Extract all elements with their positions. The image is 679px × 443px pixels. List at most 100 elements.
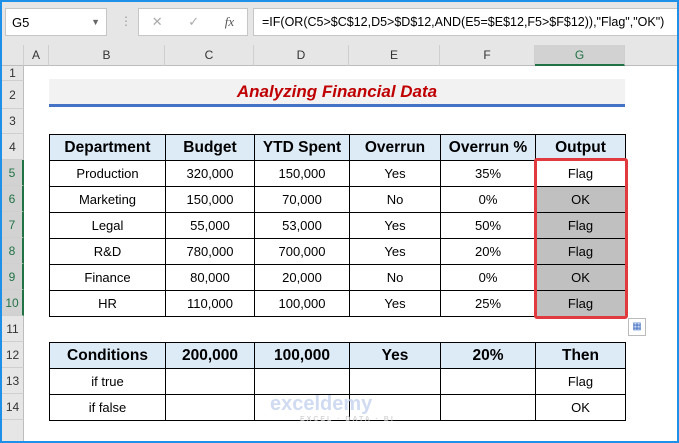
cell[interactable]: 20% (440, 238, 536, 265)
cell[interactable]: 25% (440, 290, 536, 317)
cell[interactable]: Marketing (49, 186, 166, 213)
spreadsheet-grid[interactable]: A B C D E F G 1 2 3 4 5 6 7 8 9 10 11 12… (2, 45, 677, 441)
row-header-5[interactable]: 5 (2, 160, 24, 186)
condition-header-cell[interactable]: 200,000 (165, 342, 255, 369)
cell[interactable] (349, 368, 441, 395)
formula-buttons: ✕ ✓ fx (138, 8, 248, 36)
cell[interactable]: if false (49, 394, 166, 421)
column-header-b[interactable]: B (49, 45, 165, 66)
cell[interactable]: No (349, 264, 441, 291)
condition-header-cell[interactable]: 100,000 (254, 342, 350, 369)
column-header-d[interactable]: D (254, 45, 349, 66)
cancel-icon[interactable]: ✕ (152, 14, 163, 30)
conditions-header-row: Conditions 200,000 100,000 Yes 20% Then (49, 342, 626, 369)
row-header-1[interactable]: 1 (2, 66, 24, 81)
formula-input[interactable]: =IF(OR(C5>$C$12,D5>$D$12,AND(E5=$E$12,F5… (253, 8, 677, 36)
output-cell[interactable]: Flag (535, 290, 626, 317)
condition-header-cell[interactable]: Conditions (49, 342, 166, 369)
exceldemy-watermark: exceldemy EXCEL · DATA · BI (270, 393, 395, 423)
quick-analysis-icon[interactable]: ▦ (628, 318, 646, 336)
cell[interactable] (254, 368, 350, 395)
enter-icon[interactable]: ✓ (188, 14, 199, 30)
chevron-down-icon[interactable]: ▼ (91, 17, 100, 27)
cell[interactable]: Yes (349, 238, 441, 265)
cell[interactable]: 700,000 (254, 238, 350, 265)
cell[interactable]: Legal (49, 212, 166, 239)
cell[interactable]: 70,000 (254, 186, 350, 213)
cell[interactable]: 110,000 (165, 290, 255, 317)
row-header-2[interactable]: 2 (2, 81, 24, 109)
insert-function-icon[interactable]: fx (225, 14, 234, 30)
row-header-14[interactable]: 14 (2, 394, 24, 420)
column-header-g[interactable]: G (535, 45, 625, 66)
condition-header-cell[interactable]: 20% (440, 342, 536, 369)
row-header-4[interactable]: 4 (2, 134, 24, 160)
cell[interactable]: 780,000 (165, 238, 255, 265)
column-header-e[interactable]: E (349, 45, 440, 66)
header-cell[interactable]: YTD Spent (254, 134, 350, 161)
cell[interactable]: 320,000 (165, 160, 255, 187)
cell[interactable]: 50% (440, 212, 536, 239)
header-cell[interactable]: Budget (165, 134, 255, 161)
column-header-f[interactable]: F (440, 45, 535, 66)
row-header-10[interactable]: 10 (2, 290, 24, 316)
name-box-value: G5 (12, 14, 30, 30)
cell[interactable] (165, 368, 255, 395)
row-header-12[interactable]: 12 (2, 342, 24, 368)
cell[interactable]: 20,000 (254, 264, 350, 291)
cell[interactable]: 150,000 (254, 160, 350, 187)
header-cell[interactable]: Overrun % (440, 134, 536, 161)
select-all-corner[interactable] (2, 45, 24, 66)
cell[interactable]: 53,000 (254, 212, 350, 239)
output-cell[interactable]: Flag (535, 212, 626, 239)
table-row: Production 320,000 150,000 Yes 35% Flag (49, 160, 626, 187)
cell[interactable]: Production (49, 160, 166, 187)
condition-header-cell[interactable]: Yes (349, 342, 441, 369)
cell[interactable]: HR (49, 290, 166, 317)
cell[interactable]: Yes (349, 290, 441, 317)
drag-handle-icon[interactable]: ⋮ (120, 14, 132, 28)
cell[interactable]: Yes (349, 212, 441, 239)
cell[interactable]: 55,000 (165, 212, 255, 239)
sheet-title[interactable]: Analyzing Financial Data (49, 79, 625, 107)
output-cell[interactable]: OK (535, 264, 626, 291)
column-header-a[interactable]: A (24, 45, 49, 66)
row-header-3[interactable]: 3 (2, 109, 24, 134)
column-header-c[interactable]: C (165, 45, 254, 66)
output-cell[interactable]: Flag (535, 238, 626, 265)
row-header-6[interactable]: 6 (2, 186, 24, 212)
condition-header-cell[interactable]: Then (535, 342, 626, 369)
cell[interactable]: if true (49, 368, 166, 395)
cell[interactable]: Flag (535, 368, 626, 395)
cell[interactable]: 0% (440, 264, 536, 291)
header-cell[interactable]: Overrun (349, 134, 441, 161)
cell[interactable]: No (349, 186, 441, 213)
output-cell[interactable]: OK (535, 186, 626, 213)
financial-data-table: Department Budget YTD Spent Overrun Over… (49, 134, 626, 317)
cell[interactable] (440, 368, 536, 395)
cell[interactable]: OK (535, 394, 626, 421)
row-header-13[interactable]: 13 (2, 368, 24, 394)
header-cell[interactable]: Department (49, 134, 166, 161)
row-header-8[interactable]: 8 (2, 238, 24, 264)
header-cell[interactable]: Output (535, 134, 626, 161)
cell[interactable] (440, 394, 536, 421)
output-cell[interactable]: Flag (535, 160, 626, 187)
cell[interactable]: Finance (49, 264, 166, 291)
cell[interactable]: 80,000 (165, 264, 255, 291)
row-header-7[interactable]: 7 (2, 212, 24, 238)
cell[interactable]: 100,000 (254, 290, 350, 317)
row-header-9[interactable]: 9 (2, 264, 24, 290)
name-box[interactable]: G5 ▼ (5, 8, 107, 36)
cell[interactable] (165, 394, 255, 421)
cell[interactable]: Yes (349, 160, 441, 187)
table-row: Marketing 150,000 70,000 No 0% OK (49, 186, 626, 213)
cell[interactable]: 0% (440, 186, 536, 213)
table-row: R&D 780,000 700,000 Yes 20% Flag (49, 238, 626, 265)
row-header-11[interactable]: 11 (2, 316, 24, 342)
cell[interactable]: 35% (440, 160, 536, 187)
table-row: Legal 55,000 53,000 Yes 50% Flag (49, 212, 626, 239)
cell[interactable]: R&D (49, 238, 166, 265)
cell[interactable]: 150,000 (165, 186, 255, 213)
row-header-blank (2, 420, 24, 441)
